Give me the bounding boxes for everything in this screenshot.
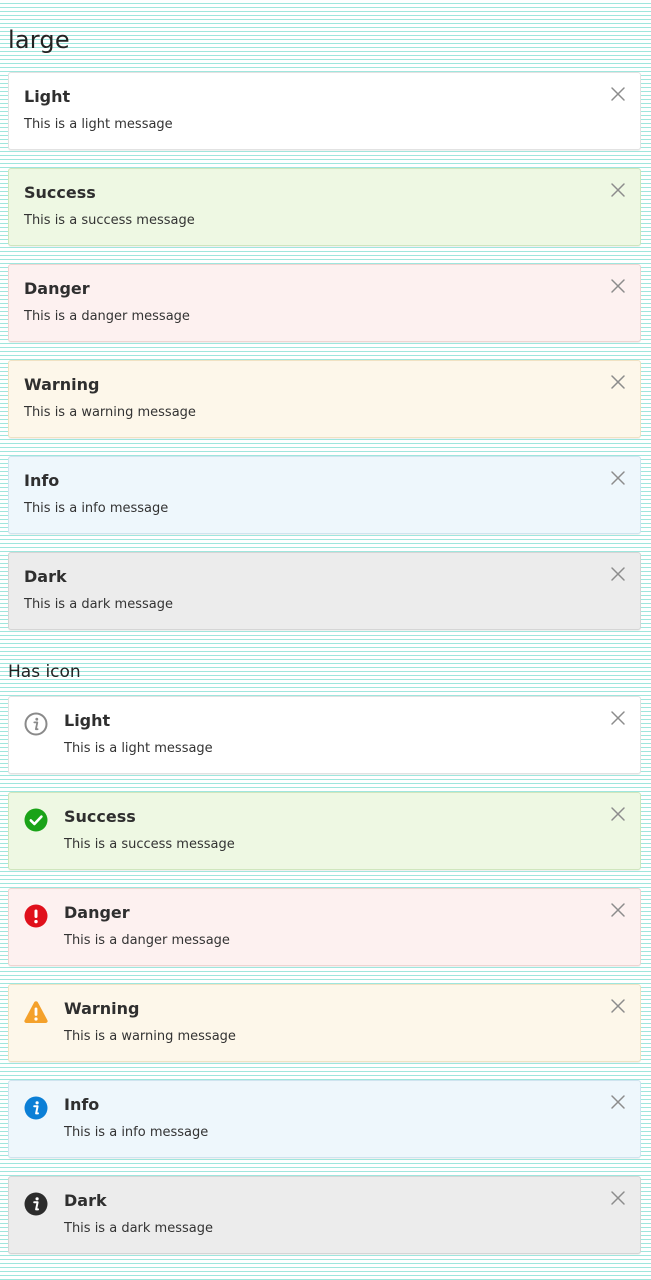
- alert-title: Dark: [64, 1191, 107, 1210]
- info-circle-dark-icon: [24, 1192, 48, 1216]
- alert-message: This is a dark message: [24, 597, 173, 612]
- warning-triangle-icon: [24, 1000, 48, 1024]
- alert-message: This is a info message: [64, 1125, 209, 1140]
- alert-message: This is a danger message: [24, 309, 190, 324]
- alert-message: This is a warning message: [64, 1029, 236, 1044]
- alert-message: This is a dark message: [64, 1221, 213, 1236]
- alert-title: Info: [24, 471, 60, 490]
- close-icon[interactable]: [610, 806, 626, 822]
- alert-danger-with-icon: Danger This is a danger message: [8, 888, 641, 966]
- info-outline-icon: [24, 712, 48, 736]
- alert-light: Light This is a light message: [8, 72, 641, 150]
- alert-title: Dark: [24, 567, 67, 586]
- alert-title: Success: [64, 807, 136, 826]
- close-icon[interactable]: [610, 1094, 626, 1110]
- alert-message: This is a success message: [24, 213, 195, 228]
- alert-title: Danger: [64, 903, 130, 922]
- close-icon[interactable]: [610, 86, 626, 102]
- info-circle-icon: [24, 1096, 48, 1120]
- alert-message: This is a light message: [24, 117, 173, 132]
- close-icon[interactable]: [610, 710, 626, 726]
- close-icon[interactable]: [610, 374, 626, 390]
- alert-title: Danger: [24, 279, 90, 298]
- alert-info: Info This is a info message: [8, 456, 641, 534]
- alert-warning-with-icon: Warning This is a warning message: [8, 984, 641, 1062]
- alert-success-with-icon: Success This is a success message: [8, 792, 641, 870]
- close-icon[interactable]: [610, 278, 626, 294]
- alert-title: Info: [64, 1095, 100, 1114]
- close-icon[interactable]: [610, 566, 626, 582]
- alert-dark: Dark This is a dark message: [8, 552, 641, 630]
- alert-message: This is a success message: [64, 837, 235, 852]
- alert-message: This is a danger message: [64, 933, 230, 948]
- close-icon[interactable]: [610, 182, 626, 198]
- alert-message: This is a light message: [64, 741, 213, 756]
- check-circle-icon: [24, 808, 48, 832]
- alert-title: Success: [24, 183, 96, 202]
- alert-message: This is a info message: [24, 501, 169, 516]
- alert-title: Warning: [64, 999, 140, 1018]
- exclamation-circle-icon: [24, 904, 48, 928]
- section-title-has-icon: Has icon: [8, 662, 81, 682]
- alert-light-with-icon: Light This is a light message: [8, 696, 641, 774]
- close-icon[interactable]: [610, 470, 626, 486]
- close-icon[interactable]: [610, 998, 626, 1014]
- alert-success: Success This is a success message: [8, 168, 641, 246]
- alert-info-with-icon: Info This is a info message: [8, 1080, 641, 1158]
- alert-danger: Danger This is a danger message: [8, 264, 641, 342]
- close-icon[interactable]: [610, 902, 626, 918]
- alert-warning: Warning This is a warning message: [8, 360, 641, 438]
- alert-title: Warning: [24, 375, 100, 394]
- close-icon[interactable]: [610, 1190, 626, 1206]
- alert-title: Light: [24, 87, 71, 106]
- alert-dark-with-icon: Dark This is a dark message: [8, 1176, 641, 1254]
- alert-title: Light: [64, 711, 111, 730]
- section-title-large: large: [8, 26, 70, 54]
- alert-message: This is a warning message: [24, 405, 196, 420]
